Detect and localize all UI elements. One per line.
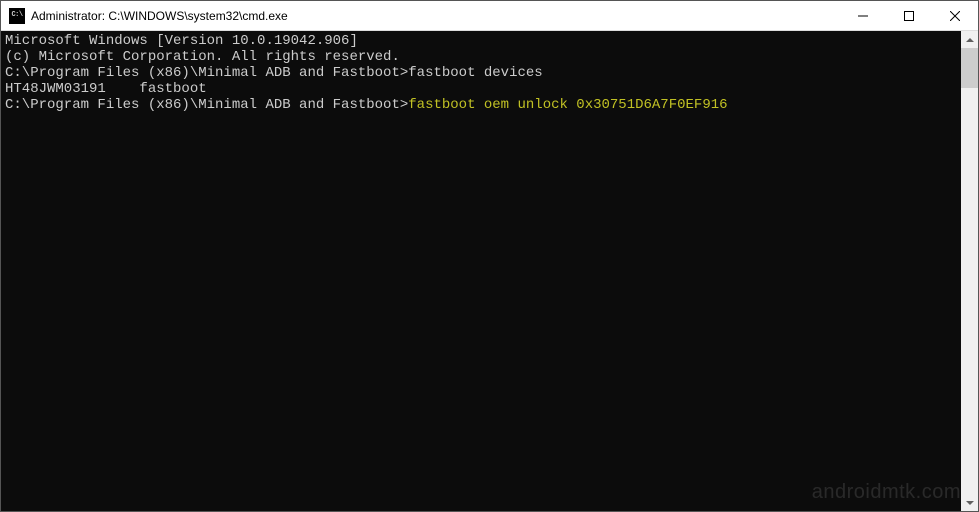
chevron-down-icon	[966, 501, 974, 505]
cmd-window: C:\ Administrator: C:\WINDOWS\system32\c…	[0, 0, 979, 512]
scroll-down-button[interactable]	[961, 494, 978, 511]
minimize-button[interactable]	[840, 1, 886, 30]
scrollbar-track[interactable]	[961, 48, 978, 494]
window-controls	[840, 1, 978, 30]
close-icon	[950, 11, 960, 21]
prompt-2: C:\Program Files (x86)\Minimal ADB and F…	[5, 97, 408, 113]
prompt-1: C:\Program Files (x86)\Minimal ADB and F…	[5, 65, 408, 81]
scrollbar-thumb[interactable]	[961, 48, 978, 88]
vertical-scrollbar[interactable]	[961, 31, 978, 511]
chevron-up-icon	[966, 38, 974, 42]
prompt-line-1: C:\Program Files (x86)\Minimal ADB and F…	[5, 65, 957, 81]
terminal-output[interactable]: Microsoft Windows [Version 10.0.19042.90…	[1, 31, 961, 511]
command-1: fastboot devices	[408, 65, 542, 81]
minimize-icon	[858, 11, 868, 21]
maximize-icon	[904, 11, 914, 21]
device-output: HT48JWM03191 fastboot	[5, 81, 957, 97]
copyright-line: (c) Microsoft Corporation. All rights re…	[5, 49, 957, 65]
maximize-button[interactable]	[886, 1, 932, 30]
cmd-icon: C:\	[9, 8, 25, 24]
version-line: Microsoft Windows [Version 10.0.19042.90…	[5, 33, 957, 49]
prompt-line-2: C:\Program Files (x86)\Minimal ADB and F…	[5, 97, 957, 113]
terminal-area: Microsoft Windows [Version 10.0.19042.90…	[1, 31, 978, 511]
command-2: fastboot oem unlock 0x30751D6A7F0EF916	[408, 97, 727, 113]
scroll-up-button[interactable]	[961, 31, 978, 48]
titlebar[interactable]: C:\ Administrator: C:\WINDOWS\system32\c…	[1, 1, 978, 31]
cmd-icon-label: C:\	[11, 12, 22, 19]
close-button[interactable]	[932, 1, 978, 30]
window-title: Administrator: C:\WINDOWS\system32\cmd.e…	[31, 9, 840, 23]
